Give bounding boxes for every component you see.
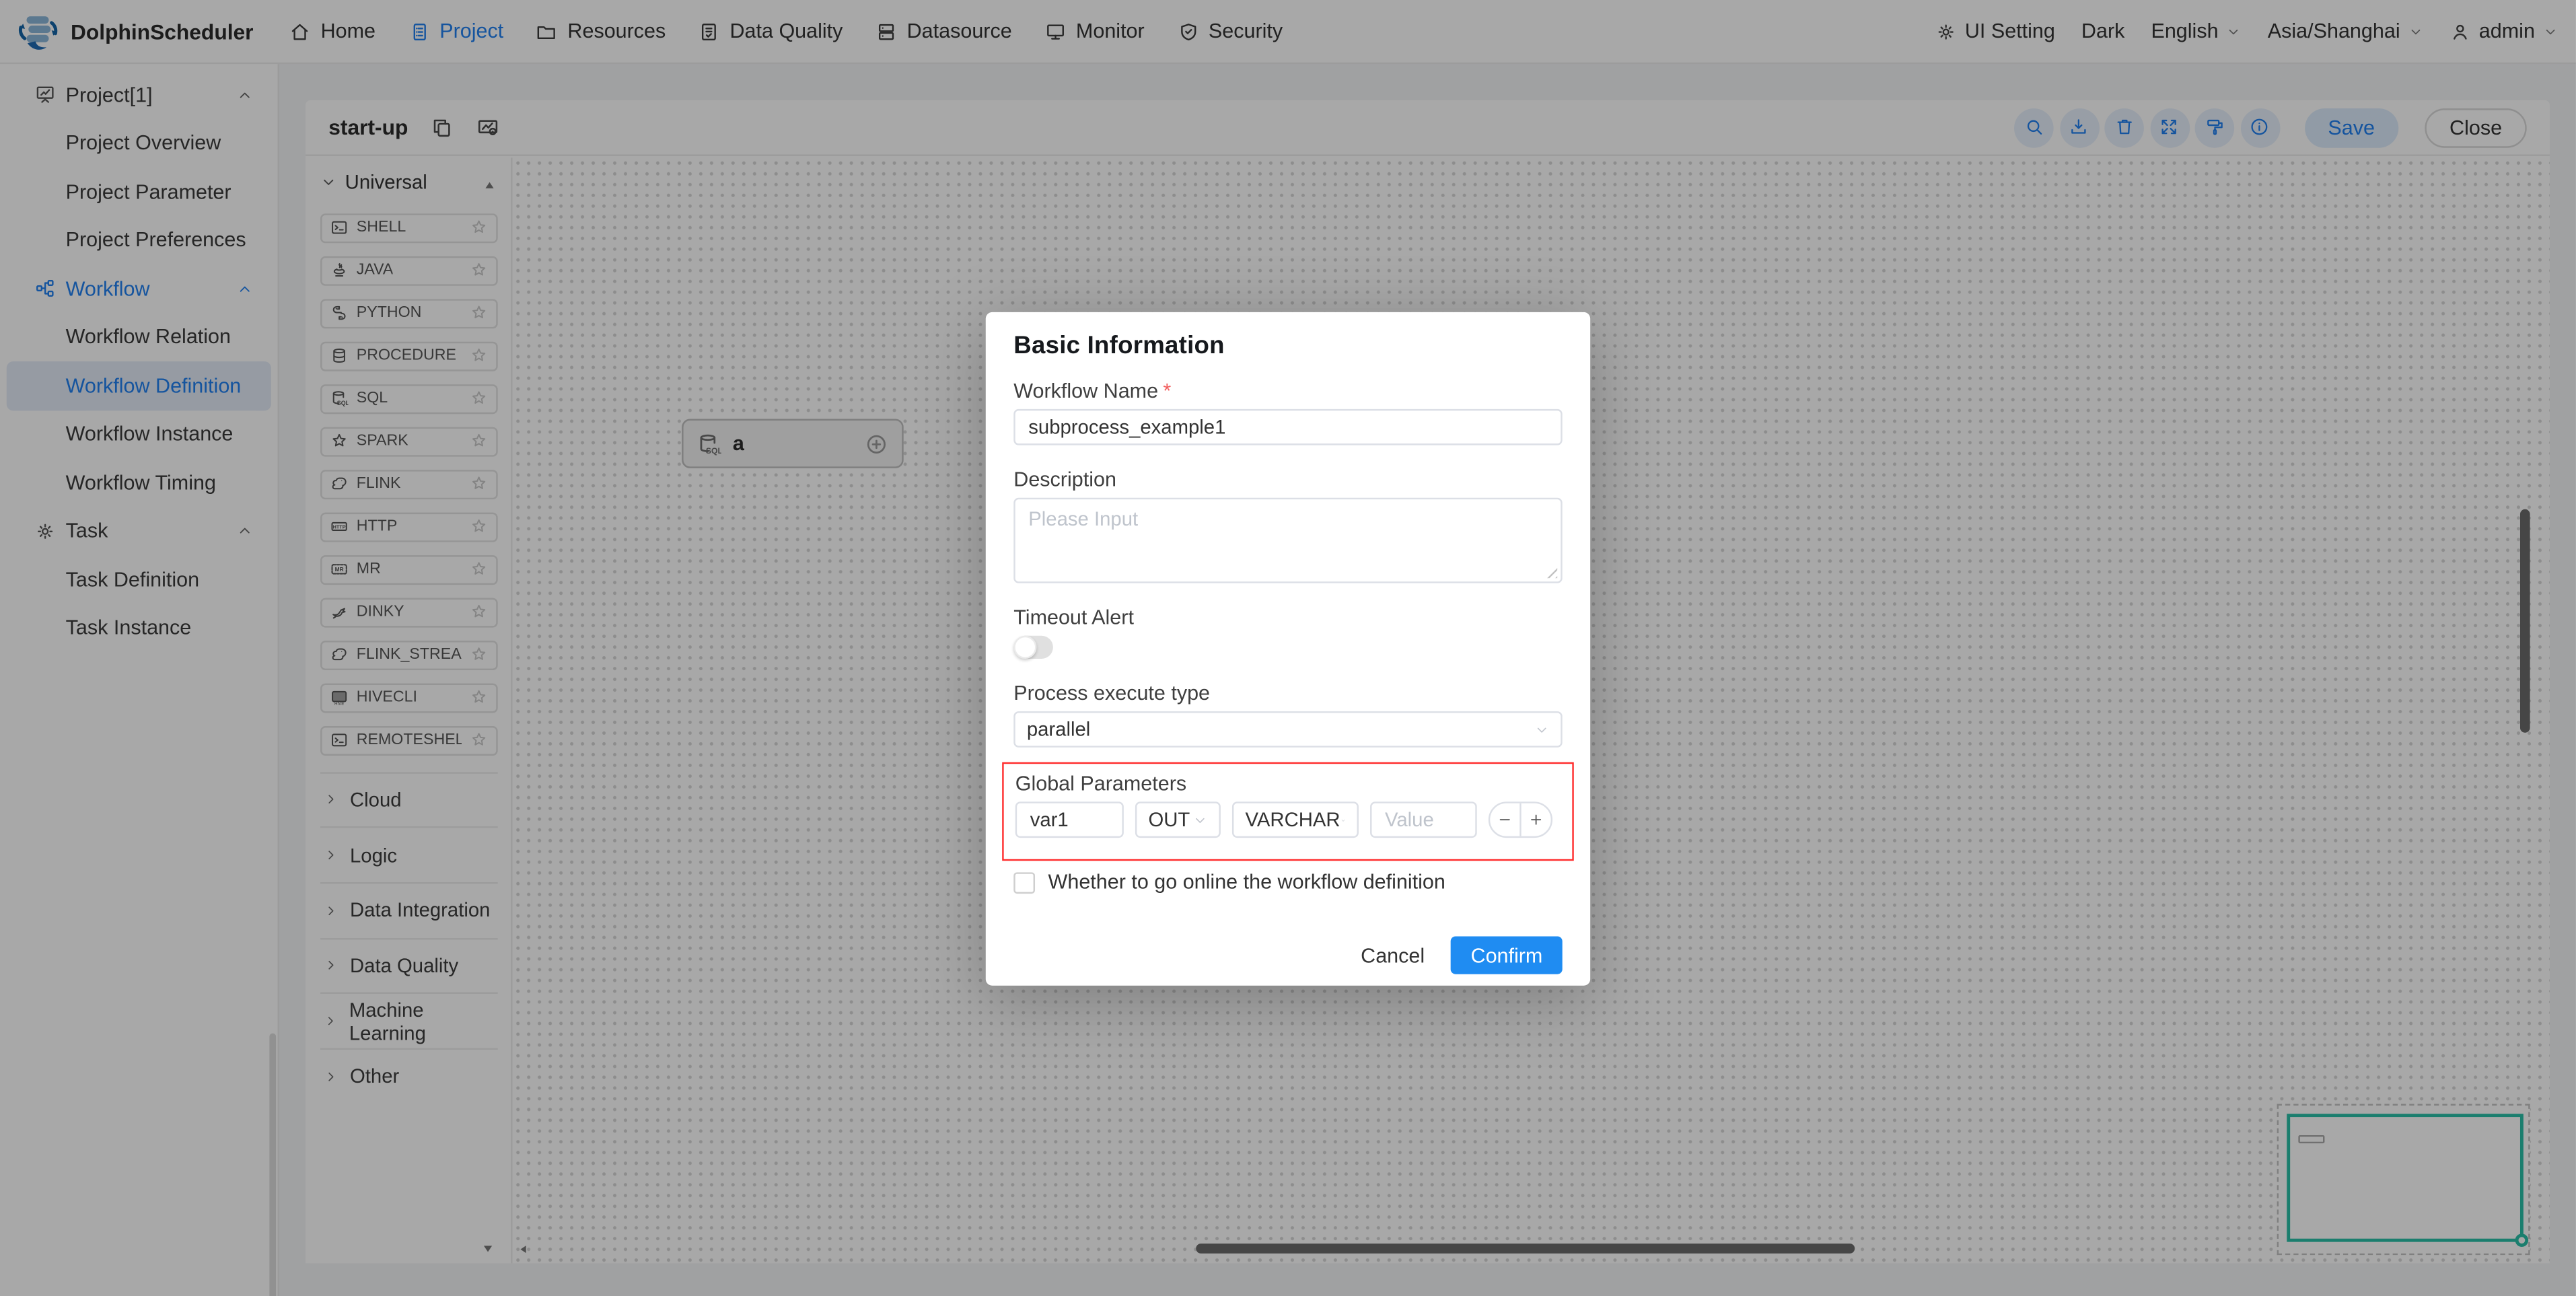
basic-information-modal: Basic Information Workflow Name* subproc… [986,312,1590,986]
required-mark: * [1163,380,1171,402]
param-type-select[interactable]: VARCHAR [1232,801,1359,838]
go-online-label: Whether to go online the workflow defini… [1048,871,1445,894]
chevron-down-icon [1340,812,1346,827]
plus-icon [1528,812,1544,828]
confirm-button[interactable]: Confirm [1451,937,1562,974]
param-value-input[interactable]: Value [1370,801,1477,838]
timeout-alert-label: Timeout Alert [1013,606,1562,629]
chevron-down-icon [1534,722,1549,737]
param-key-input[interactable]: var1 [1015,801,1124,838]
global-parameters-highlight-box: Global Parameters var1 OUT VARCHAR Value [1002,762,1574,861]
global-parameter-row: var1 OUT VARCHAR Value [1015,801,1561,838]
cancel-button[interactable]: Cancel [1361,944,1425,967]
modal-title: Basic Information [1013,332,1562,360]
timeout-alert-toggle[interactable] [1013,636,1053,659]
modal-footer: Cancel Confirm [1013,937,1562,974]
select-value: OUT [1148,808,1190,831]
execute-type-field: Process execute type parallel [1013,682,1562,748]
execute-type-label: Process execute type [1013,682,1562,705]
textarea-placeholder: Please Input [1028,507,1138,530]
description-textarea[interactable]: Please Input [1013,498,1562,583]
go-online-field: Whether to go online the workflow defini… [1013,871,1562,894]
workflow-name-field: Workflow Name* subprocess_example1 [1013,380,1562,445]
toggle-knob [1013,636,1036,659]
workflow-name-label: Workflow Name* [1013,380,1562,402]
description-label: Description [1013,468,1562,491]
timeout-alert-field: Timeout Alert [1013,606,1562,659]
minus-icon [1497,812,1513,828]
input-placeholder: Value [1385,808,1434,831]
workflow-name-input[interactable]: subprocess_example1 [1013,409,1562,445]
param-direction-select[interactable]: OUT [1135,801,1221,838]
input-value: var1 [1030,808,1069,831]
execute-type-select[interactable]: parallel [1013,711,1562,748]
app-root: DolphinScheduler Home Project Resources … [0,0,2576,1296]
global-parameters-label: Global Parameters [1015,772,1561,795]
input-value: subprocess_example1 [1028,416,1225,439]
add-param-button[interactable] [1519,803,1550,836]
description-field: Description Please Input [1013,468,1562,583]
select-value: parallel [1027,718,1090,741]
label-text: Workflow Name [1013,380,1158,402]
param-row-stepper [1489,801,1552,838]
remove-param-button[interactable] [1490,803,1519,836]
select-value: VARCHAR [1246,808,1340,831]
chevron-down-icon [1192,812,1207,827]
go-online-checkbox[interactable] [1013,871,1035,893]
resize-handle-icon[interactable] [1544,565,1558,579]
